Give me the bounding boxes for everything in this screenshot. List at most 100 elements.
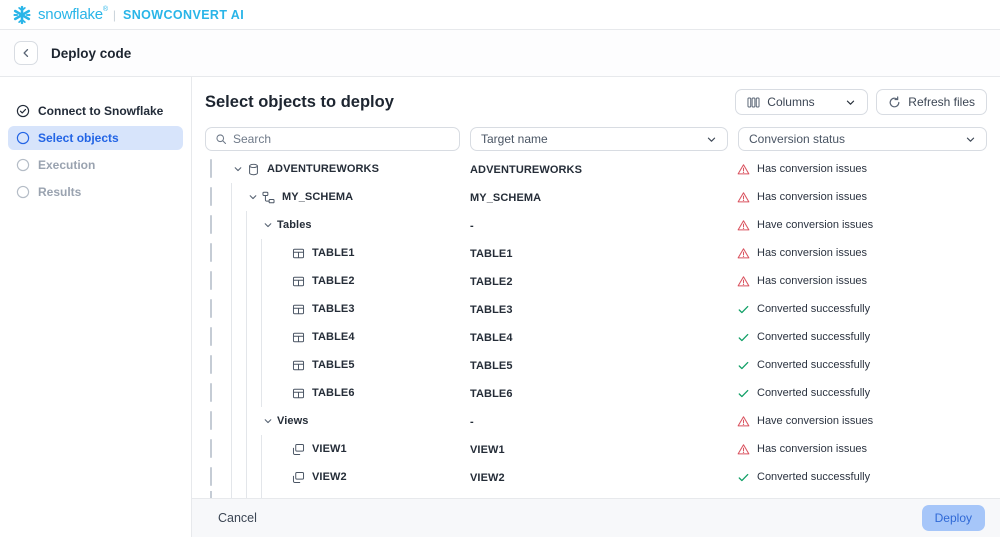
indent-guides (231, 351, 276, 379)
step-label: Connect to Snowflake (38, 104, 163, 118)
status-icon (737, 415, 750, 428)
target-name-select[interactable]: Target name (470, 127, 728, 151)
chevron-down-icon (845, 97, 856, 108)
page-header: Deploy code (0, 30, 1000, 77)
expand-chevron-icon[interactable] (233, 164, 243, 174)
target-name-value: ADVENTUREWORKS (470, 164, 582, 176)
indent-guides (231, 211, 261, 239)
expand-chevron-icon[interactable] (248, 192, 258, 202)
object-name: TABLE4 (312, 331, 355, 343)
chevron-down-icon (965, 134, 976, 145)
object-name: TABLE3 (312, 303, 355, 315)
back-button[interactable] (14, 41, 38, 65)
object-type-icon (292, 303, 305, 316)
snowflake-wordmark: snowflake® (38, 6, 108, 23)
status-icon (737, 163, 750, 176)
sidebar-step-select-objects[interactable]: Select objects (8, 126, 183, 150)
table-row: TABLE3 TABLE3 Converted successfully (205, 295, 987, 323)
row-checkbox[interactable] (210, 355, 212, 374)
row-checkbox[interactable] (210, 383, 212, 402)
target-name-value: TABLE3 (470, 304, 513, 316)
expand-chevron-icon[interactable] (263, 416, 273, 426)
indent-guides (231, 295, 276, 323)
target-name-value: VIEW2 (470, 472, 505, 484)
table-row: TABLE2 TABLE2 Has conversion issues (205, 267, 987, 295)
row-checkbox[interactable] (210, 187, 212, 206)
step-state-icon (16, 185, 30, 199)
main-panel: Select objects to deploy Columns Refresh… (192, 77, 1000, 537)
indent-guides (231, 435, 276, 463)
columns-icon (747, 96, 760, 109)
indent-guides (231, 267, 276, 295)
table-body: ADVENTUREWORKS ADVENTUREWORKS Has conver… (205, 155, 987, 491)
object-type-icon (292, 331, 305, 344)
table-row: Views - Have conversion issues (205, 407, 987, 435)
status-icon (737, 219, 750, 232)
step-label: Results (38, 185, 81, 199)
target-name-value: MY_SCHEMA (470, 192, 541, 204)
status-text: Converted successfully (757, 387, 870, 399)
status-icon (737, 387, 750, 400)
refresh-files-label: Refresh files (908, 95, 975, 109)
status-text: Converted successfully (757, 471, 870, 483)
object-name: VIEW1 (312, 443, 347, 455)
object-name: TABLE1 (312, 247, 355, 259)
indent-guides (231, 323, 276, 351)
table-row: VIEW1 VIEW1 Has conversion issues (205, 435, 987, 463)
deploy-button[interactable]: Deploy (922, 505, 985, 531)
sidebar-step-results[interactable]: Results (8, 180, 183, 204)
status-icon (737, 471, 750, 484)
table-row: MY_SCHEMA MY_SCHEMA Has conversion issue… (205, 183, 987, 211)
search-box[interactable] (205, 127, 460, 151)
row-checkbox[interactable] (210, 271, 212, 290)
object-type-icon (292, 247, 305, 260)
row-checkbox[interactable] (210, 411, 212, 430)
object-type-icon (292, 275, 305, 288)
row-checkbox[interactable] (210, 467, 212, 486)
step-label: Select objects (38, 131, 119, 145)
indent-guides (231, 463, 276, 491)
object-type-icon (292, 443, 305, 456)
conversion-status-select[interactable]: Conversion status (738, 127, 987, 151)
refresh-files-button[interactable]: Refresh files (876, 89, 987, 115)
sidebar-step-connect-to-snowflake[interactable]: Connect to Snowflake (8, 99, 183, 123)
status-text: Has conversion issues (757, 275, 867, 287)
steps-sidebar: Connect to Snowflake Select objects Exec… (0, 77, 192, 537)
row-checkbox[interactable] (210, 243, 212, 262)
registered-mark: ® (103, 6, 108, 13)
object-name: ADVENTUREWORKS (267, 163, 379, 175)
object-name: TABLE5 (312, 359, 355, 371)
object-name: TABLE2 (312, 275, 355, 287)
status-text: Converted successfully (757, 303, 870, 315)
row-checkbox[interactable] (210, 299, 212, 318)
object-name: Views (277, 415, 309, 427)
top-brand-bar: snowflake® | SNOWCONVERT AI (0, 0, 1000, 30)
status-icon (737, 247, 750, 260)
object-name: MY_SCHEMA (282, 191, 353, 203)
row-checkbox[interactable] (210, 215, 212, 234)
snowflake-brand[interactable]: snowflake® (12, 5, 108, 25)
status-icon (737, 191, 750, 204)
expand-chevron-icon[interactable] (263, 220, 273, 230)
object-type-icon (262, 191, 275, 204)
snowflake-logo-icon (12, 5, 32, 25)
status-text: Has conversion issues (757, 443, 867, 455)
row-checkbox[interactable] (210, 491, 212, 498)
search-input[interactable] (233, 132, 450, 146)
row-checkbox[interactable] (210, 327, 212, 346)
status-text: Have conversion issues (757, 219, 873, 231)
search-icon (215, 133, 227, 145)
row-checkbox[interactable] (210, 439, 212, 458)
table-row: TABLE5 TABLE5 Converted successfully (205, 351, 987, 379)
object-name: VIEW2 (312, 471, 347, 483)
table-row: ADVENTUREWORKS ADVENTUREWORKS Has conver… (205, 155, 987, 183)
object-name: Tables (277, 219, 312, 231)
app-name: SNOWCONVERT AI (123, 8, 244, 22)
status-icon (737, 359, 750, 372)
sidebar-step-execution[interactable]: Execution (8, 153, 183, 177)
row-checkbox[interactable] (210, 159, 212, 178)
status-icon (737, 275, 750, 288)
indent-guides (231, 239, 276, 267)
columns-dropdown-button[interactable]: Columns (735, 89, 868, 115)
cancel-button[interactable]: Cancel (218, 511, 257, 525)
